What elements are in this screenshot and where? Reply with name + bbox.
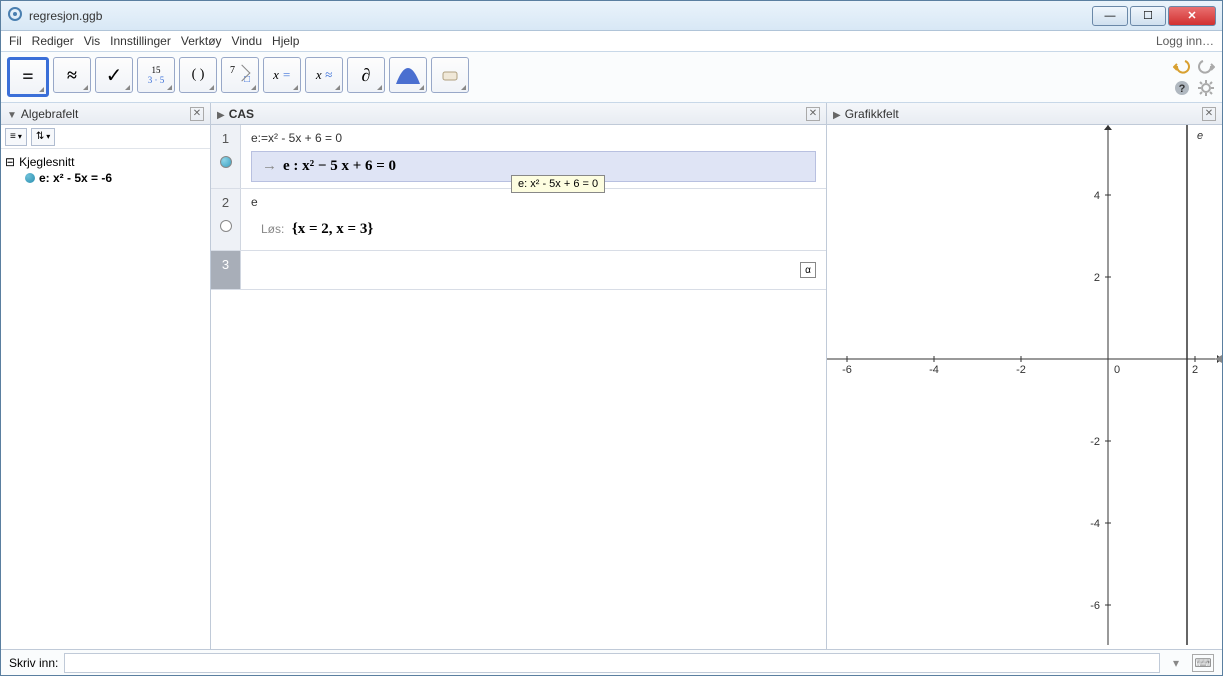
svg-text:0: 0 [1114,364,1120,376]
svg-text:-4: -4 [1090,518,1100,530]
menu-innstillinger[interactable]: Innstillinger [110,34,171,48]
cas-panel: ▶CAS ✕ 1e:=x² - 5x + 6 = 0→e : x² − 5 x … [211,103,827,649]
cas-input-text: e [251,195,816,209]
redo-icon[interactable] [1196,56,1216,76]
factor-tool[interactable]: 153 · 5 [137,57,175,93]
cas-title: CAS [229,107,254,121]
solve-tool[interactable]: x = [263,57,301,93]
row-number: 2 [222,195,229,210]
settings-icon[interactable] [1196,78,1216,98]
svg-text:2: 2 [1192,364,1198,376]
close-grafikk-icon[interactable]: ✕ [1202,107,1216,121]
collapse-icon[interactable]: ▶ [833,110,841,121]
svg-text:-2: -2 [1016,364,1026,376]
window-title: regresjon.ggb [29,9,102,23]
tooltip: e: x² - 5x + 6 = 0 [511,175,605,193]
algebra-title: Algebrafelt [21,107,78,121]
expand-tool[interactable]: ( ) [179,57,217,93]
collapse-icon[interactable]: ▶ [217,110,225,121]
row-number: 3 [222,257,229,272]
menu-rediger[interactable]: Rediger [32,34,74,48]
cas-input-text: e:=x² - 5x + 6 = 0 [251,131,816,145]
menu-vindu[interactable]: Vindu [232,34,262,48]
close-button[interactable]: ✕ [1168,6,1216,26]
category-label: Kjeglesnitt [19,155,74,169]
graph-canvas[interactable]: -6 -4 -2 0 2 4 2 -2 -4 -6 e [827,125,1222,649]
keyboard-icon[interactable]: ⌨ [1192,654,1214,672]
grafikk-title: Grafikkfelt [845,107,899,121]
menu-vis[interactable]: Vis [84,34,100,48]
cas-input[interactable] [251,257,800,283]
tree-item[interactable]: e: x² - 5x = -6 [5,171,206,185]
svg-text:e: e [1197,130,1203,142]
sort-button[interactable]: ⇅ ▾ [31,128,55,146]
svg-text:2: 2 [1094,272,1100,284]
dropdown-icon[interactable]: ▾ [1166,653,1186,673]
app-icon [7,6,23,25]
algebra-panel: ▼ Algebrafelt ✕ ≡ ▾ ⇅ ▾ ⊟ Kjeglesnitt e: … [1,103,211,649]
menu-fil[interactable]: Fil [9,34,22,48]
menu-verktoy[interactable]: Verktøy [181,34,222,48]
svg-text:4: 4 [1094,190,1100,202]
input-bar: Skriv inn: ▾ ⌨ [1,649,1222,675]
undo-icon[interactable] [1172,56,1192,76]
input-label: Skriv inn: [9,656,58,670]
svg-text:?: ? [1179,83,1186,95]
object-label: e: x² - 5x = -6 [39,171,112,185]
visibility-marble-icon[interactable] [220,156,232,168]
svg-text:-6: -6 [842,364,852,376]
command-input[interactable] [64,653,1160,673]
login-link[interactable]: Logg inn… [1156,34,1214,48]
grafikk-panel: ▶ Grafikkfelt ✕ -6 -4 -2 0 2 4 2 -2 -4 -6 e [827,103,1222,649]
numeric-tool[interactable]: ≈ [53,57,91,93]
titlebar: regresjon.ggb — ☐ ✕ [1,1,1222,31]
row-number: 1 [222,131,229,146]
toolbar: =≈✓153 · 5( )7□x =x ≈∂ ? [1,51,1222,103]
cas-row[interactable]: 2 e Løs: {x = 2, x = 3} [211,189,826,251]
keep-input-tool[interactable]: ✓ [95,57,133,93]
tree-category[interactable]: ⊟ Kjeglesnitt [5,155,206,169]
evaluate-tool[interactable]: = [7,57,49,97]
maximize-button[interactable]: ☐ [1130,6,1166,26]
nsolve-tool[interactable]: x ≈ [305,57,343,93]
probability-tool[interactable] [389,57,427,93]
svg-text:-2: -2 [1090,436,1100,448]
cas-row[interactable]: 3α [211,251,826,290]
collapse-icon[interactable]: ▼ [7,110,17,121]
expand-icon[interactable]: ⊟ [5,155,15,169]
menu-hjelp[interactable]: Hjelp [272,34,299,48]
help-icon[interactable]: ? [1172,78,1192,98]
menubar: Fil Rediger Vis Innstillinger Verktøy Vi… [1,31,1222,51]
substitute-tool[interactable]: 7□ [221,57,259,93]
visibility-marble-icon[interactable] [220,220,232,232]
view-mode-button[interactable]: ≡ ▾ [5,128,27,146]
svg-text:-6: -6 [1090,600,1100,612]
cas-output: Løs: {x = 2, x = 3} [251,215,816,244]
derivative-tool[interactable]: ∂ [347,57,385,93]
close-cas-icon[interactable]: ✕ [806,107,820,121]
delete-tool[interactable] [431,57,469,93]
alpha-icon[interactable]: α [800,262,816,278]
object-bullet-icon[interactable] [25,173,35,183]
svg-text:-4: -4 [929,364,939,376]
minimize-button[interactable]: — [1092,6,1128,26]
close-algebra-icon[interactable]: ✕ [190,107,204,121]
